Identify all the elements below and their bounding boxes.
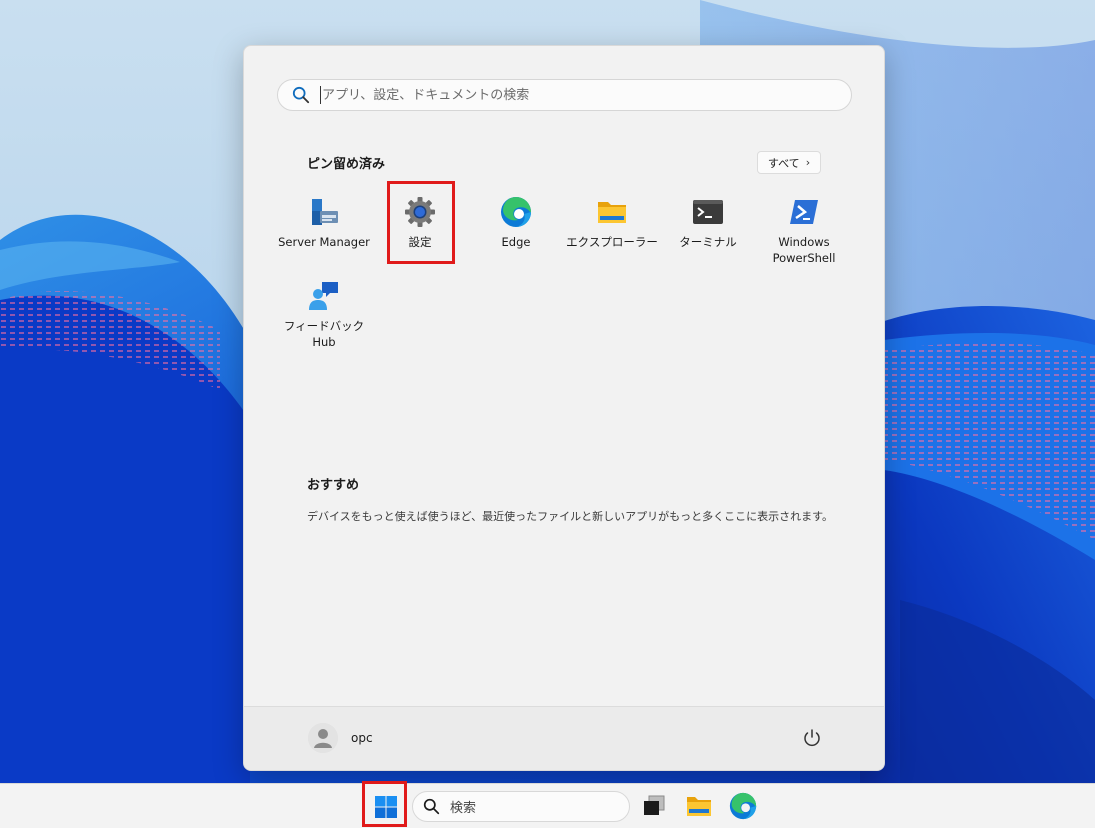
start-button[interactable]	[366, 788, 406, 826]
app-label: ターミナル	[679, 235, 737, 249]
user-name: opc	[351, 731, 373, 745]
pinned-app-server-manager[interactable]: Server Manager	[276, 196, 372, 280]
feedback-hub-icon	[309, 282, 338, 310]
user-avatar-icon	[308, 723, 338, 753]
power-icon[interactable]	[801, 727, 823, 749]
pinned-section-title: ピン留め済み	[307, 157, 386, 172]
windows-start-icon	[375, 796, 397, 818]
terminal-icon	[693, 200, 723, 224]
taskbar-search-label: 検索	[450, 801, 477, 816]
user-account-button[interactable]: opc	[308, 723, 373, 753]
pinned-app-windows-powershell[interactable]: Windows PowerShell	[756, 196, 852, 280]
pinned-app-feedback-hub[interactable]: フィードバック Hub	[276, 280, 372, 364]
search-input[interactable]	[321, 81, 851, 109]
edge-icon[interactable]	[729, 792, 757, 820]
app-label: Windows PowerShell	[772, 235, 836, 265]
chevron-right-icon: ›	[805, 156, 811, 169]
recommended-empty-message: デバイスをもっと使えば使うほど、最近使ったファイルと新しいアプリがもっと多くここ…	[307, 510, 834, 523]
start-search-box[interactable]	[277, 79, 852, 111]
taskbar: 検索	[0, 781, 1095, 828]
app-label: フィードバック Hub	[283, 319, 365, 349]
search-icon	[423, 798, 440, 815]
search-icon	[292, 86, 310, 104]
taskbar-search[interactable]: 検索	[412, 791, 630, 822]
settings-gear-icon	[405, 197, 435, 227]
app-label: Edge	[501, 235, 531, 249]
recommended-section-title: おすすめ	[307, 478, 360, 493]
pinned-app-edge[interactable]: Edge	[468, 196, 564, 280]
app-label: エクスプローラー	[566, 235, 658, 249]
task-view-icon[interactable]	[640, 792, 668, 820]
all-apps-button[interactable]: すべて ›	[757, 151, 821, 174]
start-menu: ピン留め済み すべて › Server Manager 設定	[243, 45, 885, 771]
powershell-icon	[790, 200, 818, 224]
pinned-app-file-explorer[interactable]: エクスプローラー	[564, 196, 660, 280]
start-menu-footer: opc	[244, 706, 884, 770]
folder-icon	[598, 202, 626, 223]
file-explorer-icon[interactable]	[685, 792, 713, 820]
pinned-app-settings[interactable]: 設定	[372, 196, 468, 280]
app-label: Server Manager	[278, 235, 370, 249]
app-label: 設定	[408, 235, 432, 249]
edge-icon	[501, 197, 531, 227]
all-apps-label: すべて	[767, 156, 800, 170]
server-manager-icon	[312, 199, 338, 225]
pinned-app-terminal[interactable]: ターミナル	[660, 196, 756, 280]
